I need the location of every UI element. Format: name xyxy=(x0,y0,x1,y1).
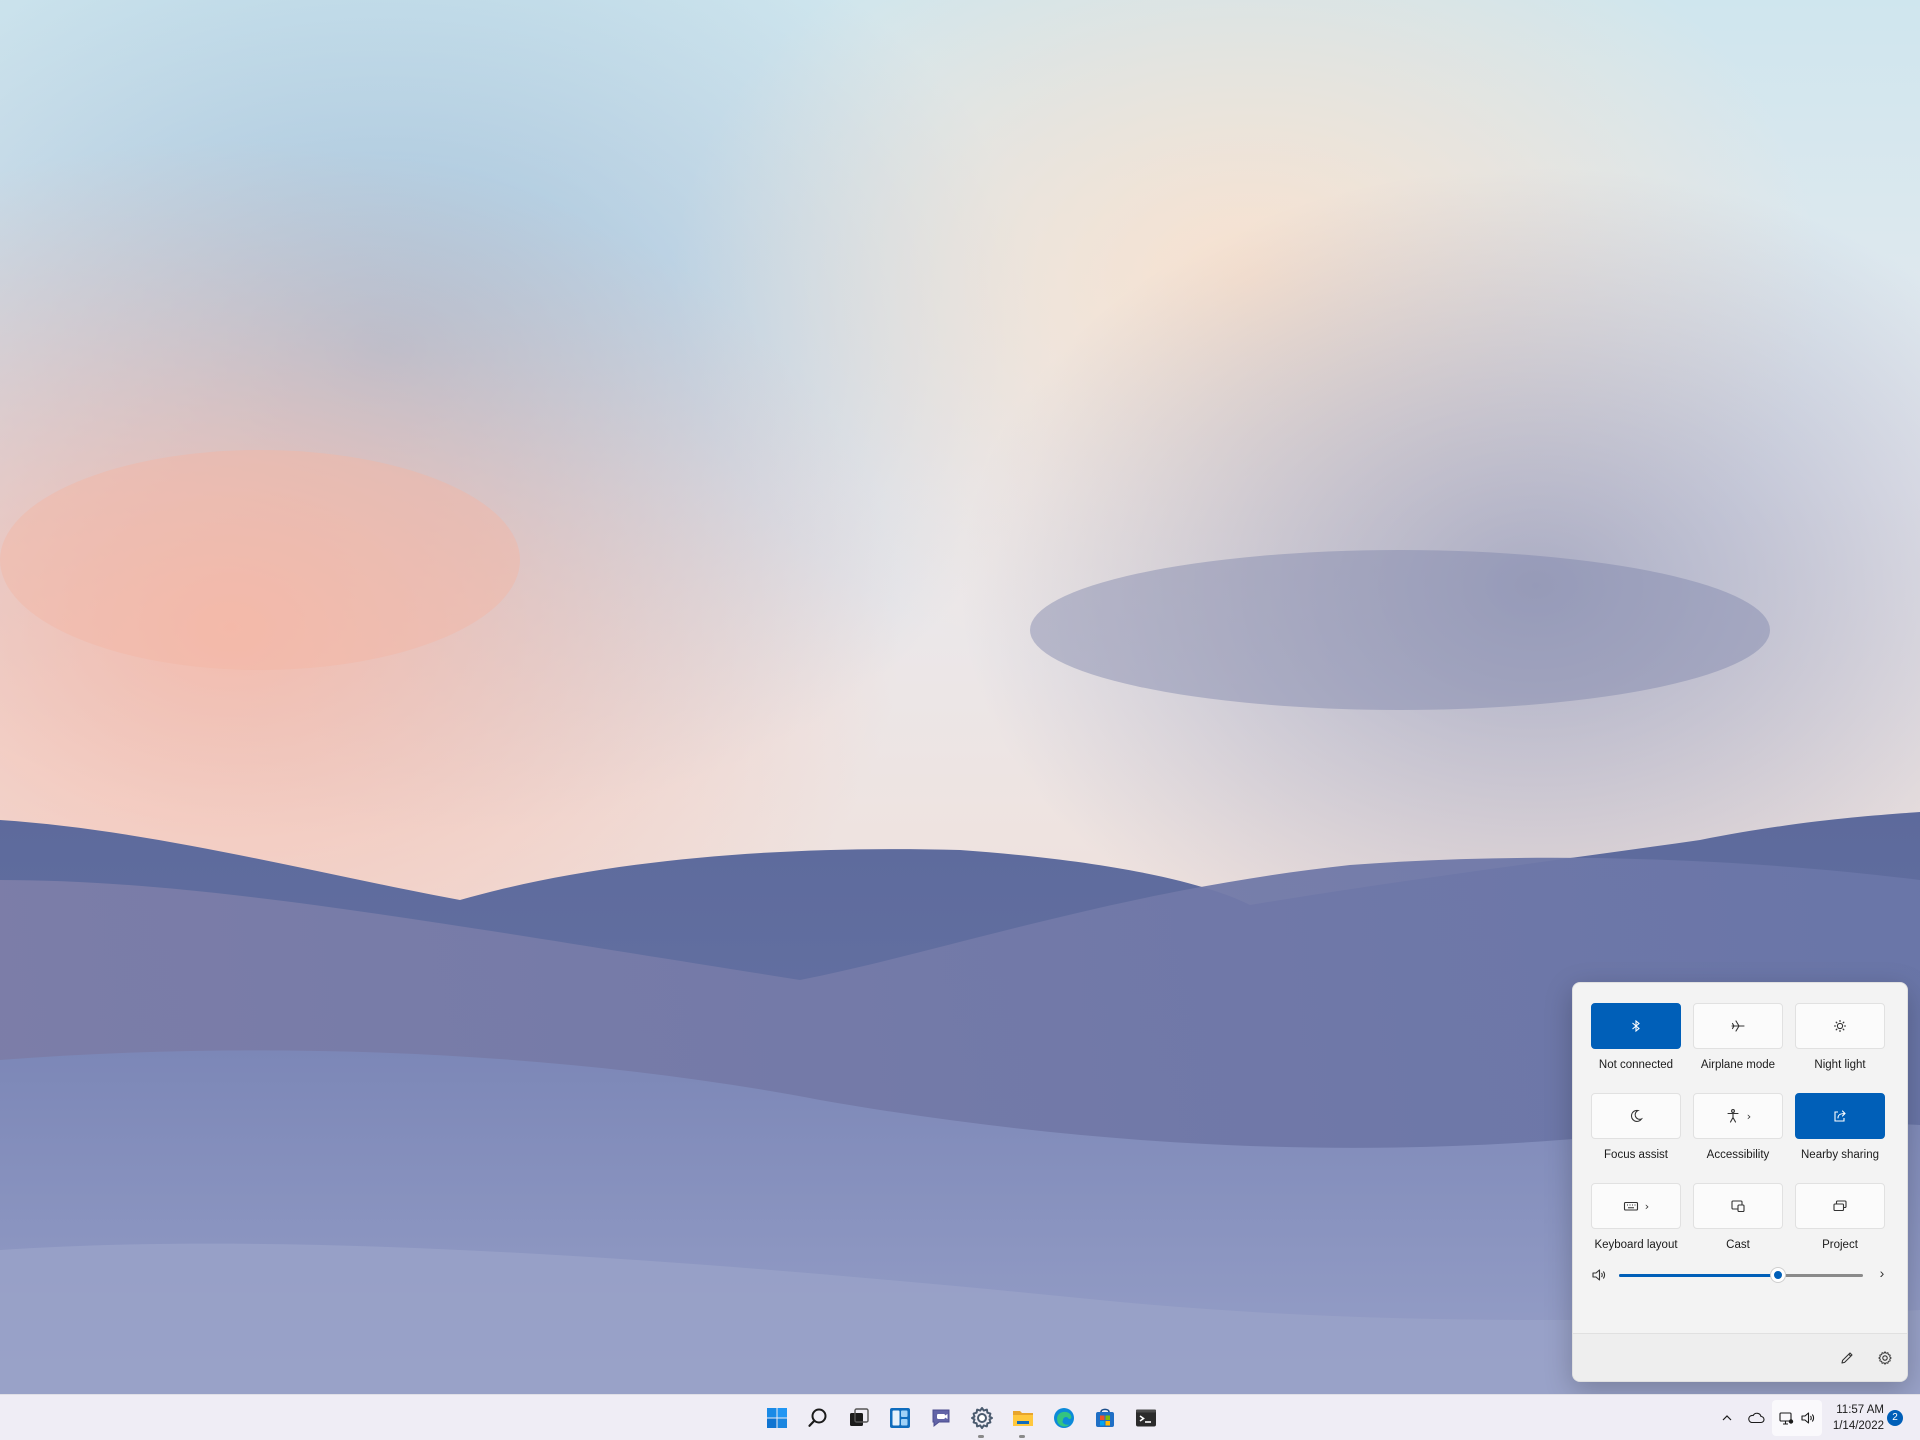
speaker-icon[interactable] xyxy=(1591,1267,1607,1283)
accessibility-tile-label: Accessibility xyxy=(1706,1149,1770,1161)
clock[interactable]: 11:57 AM 1/14/2022 xyxy=(1828,1402,1884,1434)
airplane-mode-tile[interactable]: Airplane mode xyxy=(1693,1003,1783,1083)
terminal-icon xyxy=(1135,1409,1156,1427)
clock-date: 1/14/2022 xyxy=(1832,1420,1884,1432)
edge-button[interactable] xyxy=(1043,1395,1084,1440)
project-tile[interactable]: Project xyxy=(1795,1183,1885,1263)
quick-settings-footer xyxy=(1573,1333,1907,1381)
search-button[interactable] xyxy=(797,1395,838,1440)
chevron-right-icon: › xyxy=(1746,1109,1752,1123)
task-view-icon xyxy=(849,1408,869,1426)
edge-icon xyxy=(1053,1408,1074,1428)
bluetooth-tile-label: Not connected xyxy=(1598,1059,1674,1071)
start-button[interactable] xyxy=(756,1395,797,1440)
project-tile-label: Project xyxy=(1822,1239,1858,1251)
keyboard-icon xyxy=(1623,1201,1638,1211)
chevron-up-icon xyxy=(1722,1415,1732,1421)
nearby-sharing-tile[interactable]: Nearby sharing xyxy=(1795,1093,1885,1173)
airplane-mode-toggle-button[interactable] xyxy=(1693,1003,1783,1049)
moon-icon xyxy=(1630,1109,1643,1122)
clock-time: 11:57 AM xyxy=(1836,1404,1884,1416)
chevron-right-icon[interactable]: › xyxy=(1873,1265,1891,1285)
nearby-sharing-tile-label: Nearby sharing xyxy=(1801,1149,1879,1161)
focus-assist-tile[interactable]: Focus assist xyxy=(1591,1093,1681,1173)
network-icon xyxy=(1779,1412,1794,1425)
keyboard-layout-tile[interactable]: › Keyboard layout xyxy=(1591,1183,1681,1263)
project-button[interactable] xyxy=(1795,1183,1885,1229)
teams-chat-icon xyxy=(932,1409,949,1428)
chat-button[interactable] xyxy=(920,1395,961,1440)
chevron-right-icon: › xyxy=(1644,1199,1650,1213)
widgets-icon xyxy=(889,1408,910,1428)
project-icon xyxy=(1833,1200,1847,1212)
terminal-button[interactable] xyxy=(1125,1395,1166,1440)
night-light-toggle-button[interactable] xyxy=(1795,1003,1885,1049)
cloud-icon xyxy=(1748,1412,1765,1424)
pencil-icon xyxy=(1841,1352,1853,1364)
volume-slider-thumb[interactable] xyxy=(1770,1268,1785,1282)
bluetooth-tile[interactable]: Not connected xyxy=(1591,1003,1681,1083)
cast-button[interactable] xyxy=(1693,1183,1783,1229)
keyboard-layout-tile-label: Keyboard layout xyxy=(1594,1239,1678,1251)
share-icon xyxy=(1834,1110,1846,1122)
cast-tile[interactable]: Cast xyxy=(1693,1183,1783,1263)
settings-icon xyxy=(970,1407,993,1429)
network-icon-wrapper xyxy=(1776,1395,1796,1440)
store-button[interactable] xyxy=(1084,1395,1125,1440)
volume-control: › xyxy=(1591,1263,1891,1287)
airplane-icon xyxy=(1731,1020,1745,1032)
volume-slider[interactable] xyxy=(1619,1268,1863,1282)
bluetooth-icon xyxy=(1632,1019,1640,1033)
file-explorer-button[interactable] xyxy=(1002,1395,1043,1440)
accessibility-icon xyxy=(1727,1109,1739,1123)
volume-slider-fill xyxy=(1619,1274,1778,1277)
bluetooth-toggle-button[interactable] xyxy=(1591,1003,1681,1049)
show-hidden-icons-button[interactable] xyxy=(1716,1395,1738,1440)
gear-icon xyxy=(1878,1351,1892,1365)
focus-assist-toggle-button[interactable] xyxy=(1591,1093,1681,1139)
brightness-icon xyxy=(1834,1020,1846,1032)
running-indicator xyxy=(1019,1435,1025,1438)
task-view-button[interactable] xyxy=(838,1395,879,1440)
night-light-tile[interactable]: Night light xyxy=(1795,1003,1885,1083)
keyboard-layout-button[interactable]: › xyxy=(1591,1183,1681,1229)
taskbar-apps xyxy=(756,1395,1166,1440)
edit-quick-settings-button[interactable] xyxy=(1837,1348,1857,1368)
notification-badge[interactable]: 2 xyxy=(1887,1410,1903,1426)
all-settings-button[interactable] xyxy=(1875,1348,1895,1368)
windows-start-icon xyxy=(766,1408,787,1428)
cast-tile-label: Cast xyxy=(1726,1239,1750,1251)
store-icon xyxy=(1095,1408,1114,1427)
settings-app-button[interactable] xyxy=(961,1395,1002,1440)
taskbar: 11:57 AM 1/14/2022 2 xyxy=(0,1394,1920,1440)
running-indicator xyxy=(978,1435,984,1438)
onedrive-tray-button[interactable] xyxy=(1744,1395,1768,1440)
volume-icon-wrapper xyxy=(1798,1395,1818,1440)
airplane-mode-tile-label: Airplane mode xyxy=(1700,1059,1776,1071)
speaker-icon xyxy=(1801,1412,1815,1424)
nearby-sharing-toggle-button[interactable] xyxy=(1795,1093,1885,1139)
cast-icon xyxy=(1731,1200,1745,1213)
widgets-button[interactable] xyxy=(879,1395,920,1440)
focus-assist-tile-label: Focus assist xyxy=(1604,1149,1668,1161)
file-explorer-icon xyxy=(1012,1411,1033,1426)
night-light-tile-label: Night light xyxy=(1814,1059,1866,1071)
search-icon xyxy=(807,1408,826,1427)
quick-settings-flyout: Not connected Airplane mode Night light … xyxy=(1572,982,1908,1382)
accessibility-button[interactable]: › xyxy=(1693,1093,1783,1139)
accessibility-tile[interactable]: › Accessibility xyxy=(1693,1093,1783,1173)
